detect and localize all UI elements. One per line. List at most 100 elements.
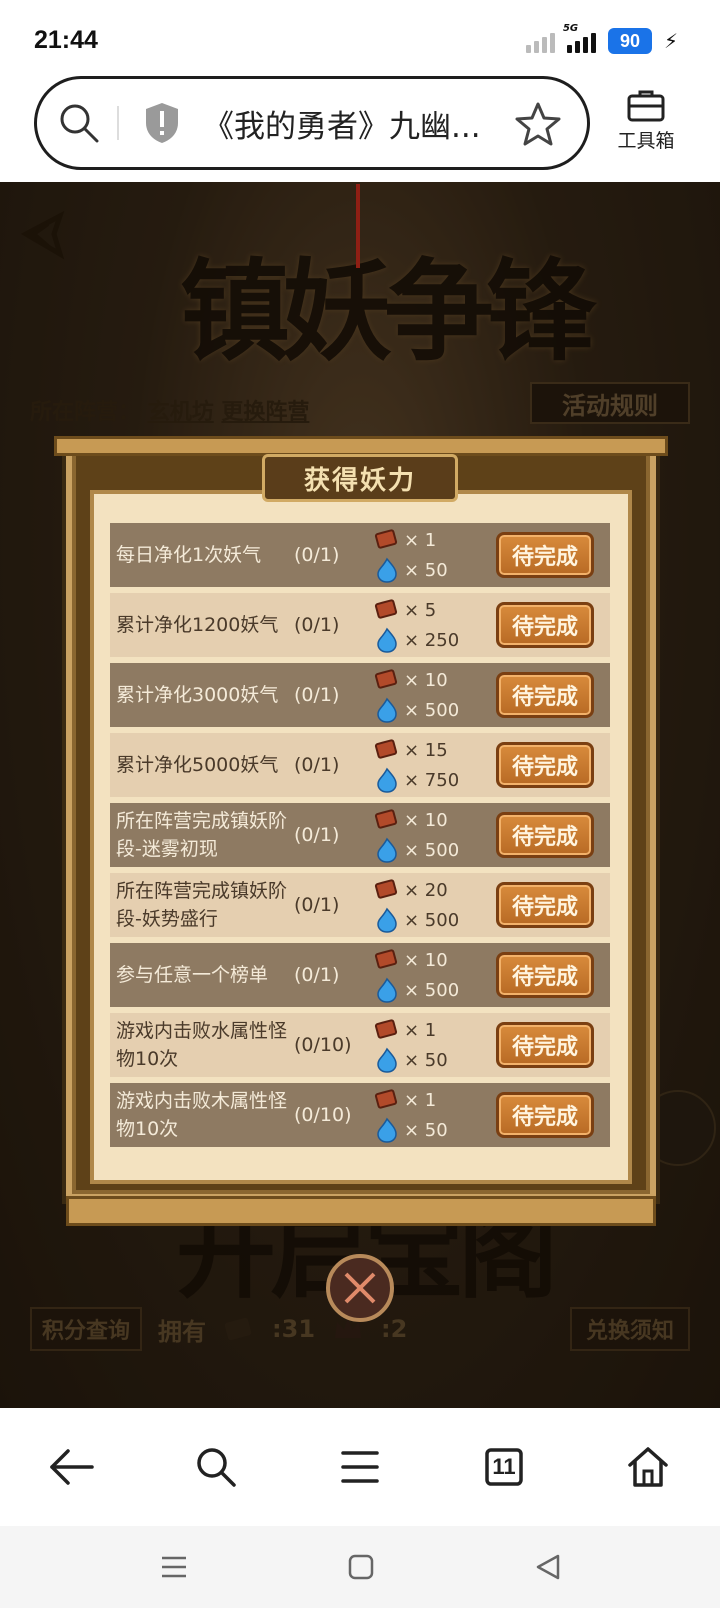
task-rewards: × 10 × 500 [374,665,484,725]
modal-title: 获得妖力 [262,454,458,502]
divider [117,106,119,140]
reward-spirit-qty: × 500 [404,979,460,1001]
toolbox-label: 工具箱 [617,130,675,152]
reward-token-qty: × 15 [404,739,448,761]
reward-token-qty: × 10 [404,809,448,831]
close-modal-button[interactable] [326,1254,394,1322]
reward-spirit-qty: × 500 [404,699,460,721]
reward-token-qty: × 10 [404,949,448,971]
spirit-flame-icon [377,837,397,863]
task-rewards: × 15 × 750 [374,735,484,795]
shield-icon[interactable] [143,101,181,145]
task-name: 累计净化1200妖气 [116,614,279,636]
home-square-icon[interactable] [347,1553,375,1581]
task-name: 游戏内击败木属性怪物10次 [116,1090,288,1140]
status-icons: 5G 90 ⚡ [525,23,678,56]
reward-token-qty: × 20 [404,879,448,901]
token-icon [374,809,398,829]
task-progress: (0/1) [294,824,340,846]
reward-spirit-qty: × 250 [404,629,460,651]
task-row: 累计净化5000妖气 (0/1) × 15 × 750 待完成 [110,733,610,797]
spirit-flame-icon [377,1047,397,1073]
pending-button[interactable]: 待完成 [496,742,594,788]
home-icon [628,1447,668,1487]
task-row: 所在阵营完成镇妖阶段-迷雾初现 (0/1) × 10 × 500 待完成 [110,803,610,867]
spirit-flame-icon [377,907,397,933]
system-nav-bar [0,1526,720,1608]
task-row: 游戏内击败木属性怪物10次 (0/10) × 1 × 50 待完成 [110,1083,610,1147]
task-row: 累计净化1200妖气 (0/1) × 5 × 250 待完成 [110,593,610,657]
task-progress: (0/1) [294,614,340,636]
spirit-flame-icon [377,697,397,723]
close-icon [344,1272,376,1304]
nav-back-button[interactable] [42,1437,102,1497]
reward-spirit-qty: × 50 [404,1049,448,1071]
token-icon [374,739,398,759]
token-icon [374,669,398,689]
search-icon [197,1448,236,1487]
spirit-flame-icon [377,977,397,1003]
status-bar: 21:44 5G 90 ⚡ [0,0,720,76]
reward-spirit-qty: × 500 [404,839,460,861]
reward-spirit-qty: × 500 [404,909,460,931]
token-icon [374,599,398,619]
task-list: 每日净化1次妖气 (0/1) × 1 × 50 待完成 累计净化1200妖气 (… [110,523,610,1153]
reward-token-qty: × 1 [404,1019,437,1041]
modal-base [66,1196,656,1226]
task-row: 所在阵营完成镇妖阶段-妖势盛行 (0/1) × 20 × 500 待完成 [110,873,610,937]
task-rewards: × 10 × 500 [374,805,484,865]
pending-button[interactable]: 待完成 [496,952,594,998]
toolbox-icon [627,90,665,122]
task-row: 参与任意一个榜单 (0/1) × 10 × 500 待完成 [110,943,610,1007]
nav-tabs-button[interactable]: 11 [474,1437,534,1497]
modal-rope [356,184,360,268]
task-progress: (0/1) [294,754,340,776]
reward-token-qty: × 10 [404,669,448,691]
pending-button[interactable]: 待完成 [496,602,594,648]
status-time: 21:44 [34,26,98,54]
nav-home-button[interactable] [618,1437,678,1497]
token-icon [374,949,398,969]
token-icon [374,529,398,549]
toolbox-button[interactable]: 工具箱 [608,88,684,153]
task-name: 所在阵营完成镇妖阶段-妖势盛行 [116,880,288,930]
task-rewards: × 20 × 500 [374,875,484,935]
task-progress: (0/1) [294,964,340,986]
task-name: 每日净化1次妖气 [116,544,262,566]
browser-toolbar: 《我的勇者》九幽... 工具箱 [0,76,720,182]
task-name: 累计净化5000妖气 [116,754,279,776]
task-progress: (0/1) [294,544,340,566]
task-progress: (0/10) [294,1034,352,1056]
task-progress: (0/1) [294,684,340,706]
task-row: 累计净化3000妖气 (0/1) × 10 × 500 待完成 [110,663,610,727]
pending-button[interactable]: 待完成 [496,1092,594,1138]
nav-search-button[interactable] [186,1437,246,1497]
task-rewards: × 5 × 250 [374,595,484,655]
reward-spirit-qty: × 50 [404,1119,448,1141]
task-rewards: × 10 × 500 [374,945,484,1005]
nav-menu-button[interactable] [330,1437,390,1497]
browser-nav-bar: 11 [0,1408,720,1526]
back-triangle-icon[interactable] [534,1553,562,1581]
pending-button[interactable]: 待完成 [496,812,594,858]
task-rewards: × 1 × 50 [374,525,484,585]
pending-button[interactable]: 待完成 [496,672,594,718]
pending-button[interactable]: 待完成 [496,882,594,928]
task-row: 每日净化1次妖气 (0/1) × 1 × 50 待完成 [110,523,610,587]
recent-apps-icon[interactable] [159,1554,189,1580]
reward-spirit-qty: × 50 [404,559,448,581]
search-icon[interactable] [57,101,101,145]
task-row: 游戏内击败水属性怪物10次 (0/10) × 1 × 50 待完成 [110,1013,610,1077]
pending-button[interactable]: 待完成 [496,532,594,578]
pending-button[interactable]: 待完成 [496,1022,594,1068]
task-name: 参与任意一个榜单 [116,964,269,986]
star-icon[interactable] [515,101,561,147]
task-name: 游戏内击败水属性怪物10次 [116,1020,288,1070]
menu-icon [341,1451,379,1483]
page-title[interactable]: 《我的勇者》九幽... [203,101,493,146]
task-name: 所在阵营完成镇妖阶段-迷雾初现 [116,810,288,860]
address-bar[interactable]: 《我的勇者》九幽... [34,76,590,170]
signal-sim1-icon [525,29,555,53]
task-rewards: × 1 × 50 [374,1085,484,1145]
spirit-flame-icon [377,767,397,793]
